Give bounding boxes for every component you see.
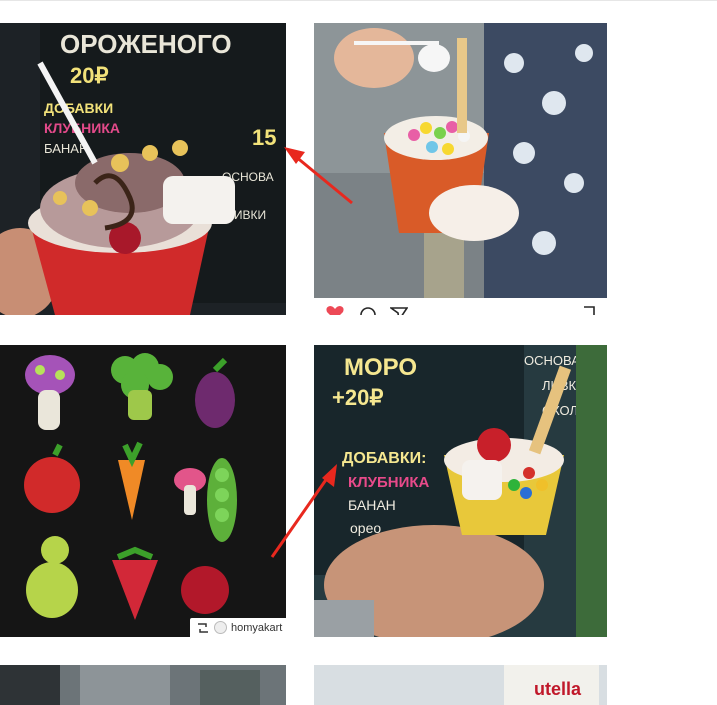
- menu-text-4: КЛУБНИКА: [348, 474, 430, 491]
- menu-text-1: МОРО: [344, 354, 417, 381]
- tile-ice-cream-cup-marshmallows[interactable]: [314, 23, 607, 298]
- bookmark-icon[interactable]: [580, 306, 598, 315]
- top-border: [0, 0, 717, 1]
- share-icon[interactable]: [390, 306, 408, 315]
- avatar: [214, 621, 227, 634]
- tile-partial-bottom-left[interactable]: [0, 665, 286, 705]
- tile-ice-cream-menu-board[interactable]: МОРО +20₽ ДОБАВКИ: КЛУБНИКА БАНАН орео з…: [314, 345, 607, 637]
- menu-text-3: ДОБАВКИ:: [342, 450, 426, 467]
- heart-icon[interactable]: [326, 306, 344, 315]
- comment-icon[interactable]: [359, 306, 377, 315]
- repost-badge[interactable]: homyakart: [190, 618, 286, 637]
- menu-text-5: БАНАН: [348, 497, 396, 513]
- tile-felt-veggies[interactable]: homyakart: [0, 345, 286, 637]
- sign-text-6: 15: [252, 125, 276, 150]
- sign-text-1: ОРОЖЕНОГО: [60, 29, 232, 59]
- repost-username: homyakart: [231, 621, 283, 634]
- post-action-bar: [314, 298, 607, 315]
- repost-icon: [198, 622, 208, 633]
- sign-text-3: ДОБАВКИ: [44, 100, 113, 116]
- partial-label: utella: [534, 679, 582, 699]
- sign-text-2: 20₽: [70, 63, 108, 88]
- menu-text-6: орео: [350, 520, 381, 536]
- menu-text-8: ОСНОВА: [524, 353, 580, 368]
- tile-partial-bottom-right[interactable]: utella: [314, 665, 607, 705]
- tile-ice-cream-sign[interactable]: ОРОЖЕНОГО 20₽ ДОБАВКИ КЛУБНИКА БАНАН 15 …: [0, 23, 286, 315]
- menu-text-2: +20₽: [332, 385, 383, 410]
